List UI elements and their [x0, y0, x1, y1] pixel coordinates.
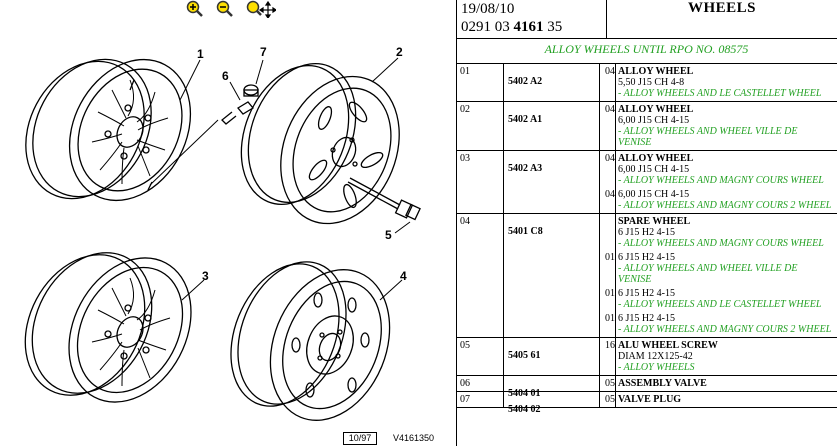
quantity: 04	[605, 104, 615, 115]
quantity: 01	[605, 252, 615, 263]
application-note: - ALLOY WHEELS AND LE CASTELLET WHEEL	[618, 299, 822, 310]
part-description: VALVE PLUG 05	[605, 392, 837, 407]
spec-text: DIAM 12X125-42	[618, 351, 693, 362]
callout-4: 4	[400, 269, 407, 283]
wheel-4-drawing	[230, 261, 391, 421]
application-note: - ALLOY WHEELS AND LE CASTELLET WHEEL	[618, 88, 822, 99]
part-name: ALLOY WHEEL	[618, 104, 694, 115]
quantity: 05	[605, 378, 615, 389]
wheel-3-drawing	[24, 252, 192, 403]
row-index: 06	[456, 376, 504, 391]
zoom-in-icon[interactable]	[186, 0, 204, 18]
plate-number: 10/97	[343, 432, 377, 445]
wheels-illustration: 1 2 3 4 5 6 7	[0, 18, 456, 446]
spec-text: 6 J15 H2 4-15	[618, 288, 675, 299]
application-note: - ALLOY WHEELS AND MAGNY COURS 2 WHEEL	[618, 324, 832, 335]
part-reference[interactable]: 5402 A2	[504, 64, 600, 101]
spec-line: 04 6,00 J15 CH 4-15- ALLOY WHEELS AND MAG…	[605, 153, 833, 186]
spec-text: 6,00 J15 CH 4-15	[618, 115, 690, 126]
row-index: 05	[456, 338, 504, 375]
callout-6: 6	[222, 69, 229, 83]
application-note: - ALLOY WHEELS AND MAGNY COURS WHEEL	[618, 175, 824, 186]
quantity: 04	[605, 153, 615, 164]
part-reference[interactable]: 5402 A3	[504, 151, 600, 213]
part-reference[interactable]: 5402 A1	[504, 102, 600, 150]
page-title: WHEELS	[687, 0, 757, 16]
spec-line: 6 J15 H2 4-15- ALLOY WHEELS AND MAGNY CO…	[618, 227, 833, 249]
spec-text: 5,50 J15 CH 4-8	[618, 77, 685, 88]
part-reference[interactable]: 5405 61	[504, 338, 600, 375]
part-reference[interactable]: 5401 C8	[504, 214, 600, 337]
zoom-out-icon[interactable]	[216, 0, 234, 18]
spec-text: 6 J15 H2 4-15	[618, 227, 675, 238]
parts-row[interactable]: 04 5401 C8 SPARE WHEEL 6 J15 H2 4-15- ALLOY…	[456, 214, 837, 338]
quantity: 04	[605, 189, 615, 200]
application-note: - ALLOY WHEELS AND WHEEL VILLE DE VENISE	[618, 126, 798, 148]
row-index: 02	[456, 102, 504, 150]
spec-line: 04 6,00 J15 CH 4-15- ALLOY WHEELS AND WHE…	[605, 104, 833, 148]
parts-row[interactable]: 05 5405 61 ALU WHEEL SCREW 16 DIAM 12X125-42…	[456, 338, 837, 376]
wheel-1-drawing	[25, 58, 192, 202]
quantity: 05	[605, 394, 615, 405]
callout-5: 5	[385, 228, 392, 242]
callout-3: 3	[202, 269, 209, 283]
part-description: ALLOY WHEEL 04 6,00 J15 CH 4-15- ALLOY WHE…	[605, 102, 837, 150]
part-name: ASSEMBLY VALVE	[618, 378, 707, 389]
spec-line: 16 DIAM 12X125-42- ALLOY WHEELS	[605, 340, 833, 373]
spec-line: 04 6,00 J15 CH 4-15- ALLOY WHEELS AND MAG…	[605, 189, 833, 211]
parts-row[interactable]: 02 5402 A1 ALLOY WHEEL 04 6,00 J15 CH 4-15- …	[456, 102, 837, 151]
part-name: ALU WHEEL SCREW	[618, 340, 718, 351]
spec-text: 6,00 J15 CH 4-15	[618, 189, 690, 200]
application-note: - ALLOY WHEELS AND WHEEL VILLE DE VENISE	[618, 263, 798, 285]
header-date: 19/08/10	[461, 1, 515, 17]
section-subtitle: ALLOY WHEELS UNTIL RPO NO. 08575	[544, 42, 749, 56]
quantity: 16	[605, 340, 615, 351]
quantity: 04	[605, 66, 615, 77]
part-reference[interactable]: 5404 01	[504, 376, 600, 399]
callout-7: 7	[260, 45, 267, 59]
wheel-2-drawing	[240, 63, 400, 225]
spec-text: 6,00 J15 CH 4-15	[618, 164, 690, 175]
quantity: 01	[605, 288, 615, 299]
part-description: ASSEMBLY VALVE 05	[605, 376, 837, 391]
spec-text: 6 J15 H2 4-15	[618, 252, 675, 263]
row-index: 01	[456, 64, 504, 101]
part-description: ALLOY WHEEL 04 6,00 J15 CH 4-15- ALLOY WHE…	[605, 151, 837, 213]
spec-line: 01 6 J15 H2 4-15- ALLOY WHEELS AND WHEEL …	[605, 252, 833, 285]
parts-row[interactable]: 03 5402 A3 ALLOY WHEEL 04 6,00 J15 CH 4-15- …	[456, 151, 837, 214]
row-index: 07	[456, 392, 504, 407]
parts-row[interactable]: 06 5404 01 ASSEMBLY VALVE 05	[456, 376, 837, 399]
zoom-toolbar	[186, 0, 276, 18]
row-index: 04	[456, 214, 504, 337]
row-index: 03	[456, 151, 504, 213]
parts-row[interactable]: 01 5402 A2 ALLOY WHEEL 04 5,50 J15 CH 4-8- A…	[456, 64, 837, 102]
parts-table: 01 5402 A2 ALLOY WHEEL 04 5,50 J15 CH 4-8- A…	[456, 64, 837, 415]
header-code: 0291 03 4161 35	[461, 19, 563, 35]
spec-line: 01 6 J15 H2 4-15- ALLOY WHEELS AND LE CAS…	[605, 288, 833, 310]
header-rule	[456, 38, 837, 39]
part-description: SPARE WHEEL 6 J15 H2 4-15- ALLOY WHEELS A…	[605, 214, 837, 337]
valve-drawing	[149, 84, 259, 186]
part-description: ALU WHEEL SCREW 16 DIAM 12X125-42- ALLOY W…	[605, 338, 837, 375]
parts-row[interactable]: 07 5404 02 VALVE PLUG 05	[456, 392, 837, 415]
zoom-move-icon[interactable]	[246, 0, 276, 18]
part-name: ALLOY WHEEL	[618, 153, 694, 164]
quantity: 01	[605, 313, 615, 324]
spec-line: 04 5,50 J15 CH 4-8- ALLOY WHEELS AND LE C…	[605, 66, 833, 99]
application-note: - ALLOY WHEELS AND MAGNY COURS WHEEL	[618, 238, 824, 249]
callout-1: 1	[197, 47, 204, 61]
part-name: SPARE WHEEL	[618, 216, 691, 227]
part-description: ALLOY WHEEL 04 5,50 J15 CH 4-8- ALLOY WHEE…	[605, 64, 837, 101]
part-reference[interactable]: 5404 02	[504, 392, 600, 415]
application-note: - ALLOY WHEELS AND MAGNY COURS 2 WHEEL	[618, 200, 832, 211]
part-name: ALLOY WHEEL	[618, 66, 694, 77]
plate-reference: V4161350	[393, 433, 435, 443]
part-name: VALVE PLUG	[618, 394, 682, 405]
callout-2: 2	[396, 45, 403, 59]
spec-text: 6 J15 H2 4-15	[618, 313, 675, 324]
spec-line: 01 6 J15 H2 4-15- ALLOY WHEELS AND MAGNY …	[605, 313, 833, 335]
application-note: - ALLOY WHEELS	[618, 362, 695, 373]
